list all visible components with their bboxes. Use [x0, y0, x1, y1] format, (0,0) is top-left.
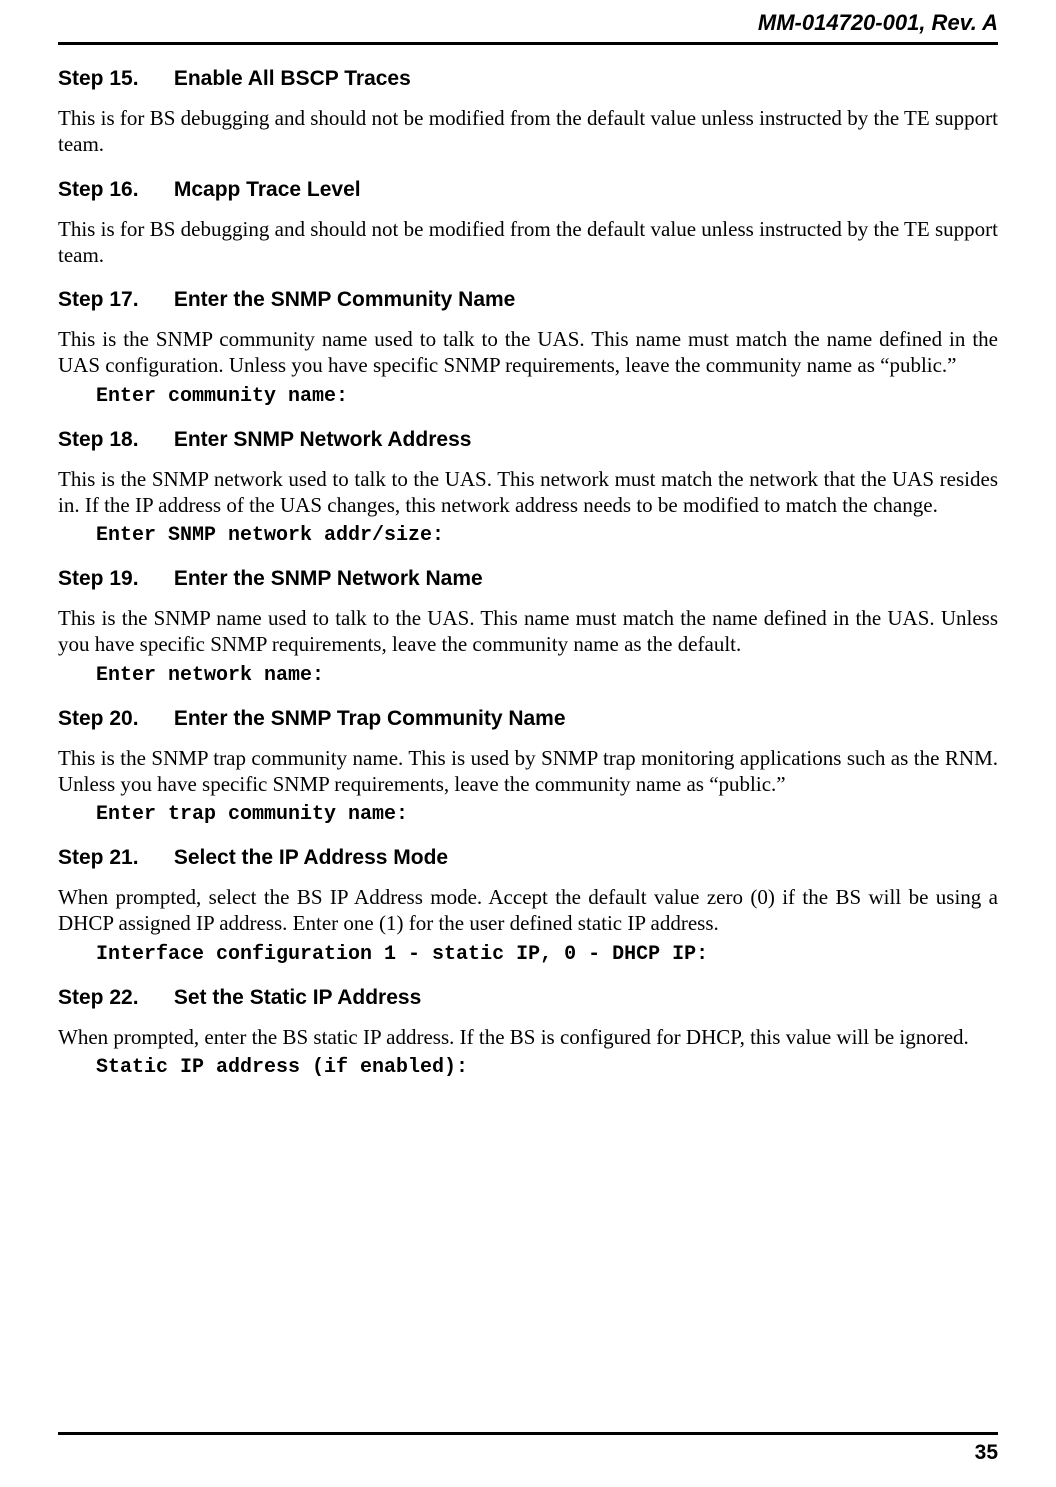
- step-body: This is for BS debugging and should not …: [58, 105, 998, 158]
- step-number: Step 18.: [58, 428, 168, 452]
- step-body: When prompted, enter the BS static IP ad…: [58, 1024, 998, 1050]
- step-body: This is for BS debugging and should not …: [58, 216, 998, 269]
- step-number: Step 17.: [58, 288, 168, 312]
- step-number: Step 21.: [58, 846, 168, 870]
- step-number: Step 22.: [58, 986, 168, 1010]
- step-number: Step 19.: [58, 567, 168, 591]
- step-number: Step 20.: [58, 707, 168, 731]
- step-number: Step 16.: [58, 178, 168, 202]
- step-heading: Step 18. Enter SNMP Network Address: [58, 428, 998, 452]
- step-body: This is the SNMP community name used to …: [58, 326, 998, 379]
- step-heading: Step 21. Select the IP Address Mode: [58, 846, 998, 870]
- page-container: MM-014720-001, Rev. A Step 15. Enable Al…: [0, 0, 1056, 1487]
- step-heading: Step 22. Set the Static IP Address: [58, 986, 998, 1010]
- page-number: 35: [975, 1441, 998, 1465]
- step-body: This is the SNMP trap community name. Th…: [58, 745, 998, 798]
- step-code: Interface configuration 1 - static IP, 0…: [96, 943, 998, 966]
- step-code: Enter trap community name:: [96, 803, 998, 826]
- step-heading: Step 20. Enter the SNMP Trap Community N…: [58, 707, 998, 731]
- step-title: Enter the SNMP Trap Community Name: [174, 707, 566, 730]
- step-heading: Step 19. Enter the SNMP Network Name: [58, 567, 998, 591]
- step-heading: Step 15. Enable All BSCP Traces: [58, 67, 998, 91]
- step-body: This is the SNMP network used to talk to…: [58, 466, 998, 519]
- step-heading: Step 17. Enter the SNMP Community Name: [58, 288, 998, 312]
- header-rule: [58, 42, 998, 45]
- step-body: When prompted, select the BS IP Address …: [58, 884, 998, 937]
- step-body: This is the SNMP name used to talk to th…: [58, 605, 998, 658]
- step-code: Enter community name:: [96, 385, 998, 408]
- step-title: Enter the SNMP Community Name: [174, 288, 516, 311]
- step-title: Enter SNMP Network Address: [174, 428, 472, 451]
- step-code: Enter SNMP network addr/size:: [96, 524, 998, 547]
- step-code: Static IP address (if enabled):: [96, 1056, 998, 1079]
- step-heading: Step 16. Mcapp Trace Level: [58, 178, 998, 202]
- document-id: MM-014720-001, Rev. A: [758, 10, 998, 35]
- step-title: Set the Static IP Address: [174, 986, 421, 1009]
- step-number: Step 15.: [58, 67, 168, 91]
- step-title: Enable All BSCP Traces: [174, 67, 411, 90]
- step-code: Enter network name:: [96, 664, 998, 687]
- step-title: Select the IP Address Mode: [174, 846, 448, 869]
- footer-rule: [58, 1432, 998, 1435]
- step-title: Enter the SNMP Network Name: [174, 567, 483, 590]
- page-header: MM-014720-001, Rev. A: [58, 10, 998, 42]
- step-title: Mcapp Trace Level: [174, 178, 361, 201]
